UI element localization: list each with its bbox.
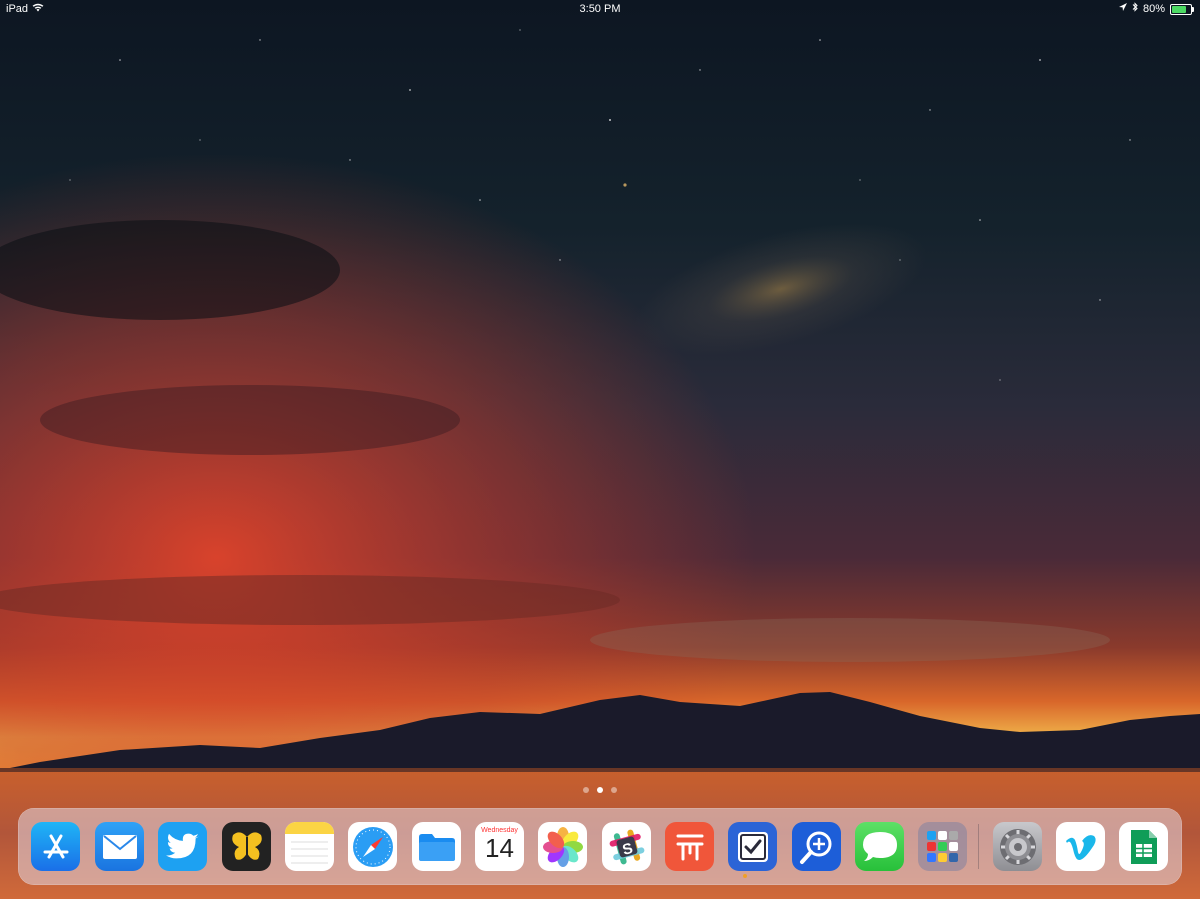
safari-icon[interactable]: [348, 822, 397, 871]
clock: 3:50 PM: [579, 3, 621, 15]
files-icon[interactable]: [412, 822, 461, 871]
page-dot-3[interactable]: [611, 787, 617, 793]
dock: Wednesday 14 S: [18, 808, 1182, 885]
calendar-icon[interactable]: Wednesday 14: [475, 822, 524, 871]
folder-icon[interactable]: [918, 822, 967, 871]
running-indicator: [743, 874, 747, 878]
page-dot-1[interactable]: [583, 787, 589, 793]
notes-icon[interactable]: [285, 822, 334, 871]
messages-icon[interactable]: [855, 822, 904, 871]
vimeo-icon[interactable]: [1056, 822, 1105, 871]
battery-percent: 80%: [1142, 3, 1165, 15]
wifi-icon: [32, 0, 44, 18]
bluetooth-icon: [1132, 0, 1138, 18]
photos-icon[interactable]: [538, 822, 587, 871]
settings-icon[interactable]: [993, 822, 1042, 871]
page-dot-2[interactable]: [597, 787, 603, 793]
dock-divider: [978, 824, 979, 869]
mail-icon[interactable]: [95, 822, 144, 871]
slack-icon[interactable]: S: [602, 822, 651, 871]
wallpaper: [0, 0, 1200, 899]
workflow-icon[interactable]: [665, 822, 714, 871]
butterfly-icon[interactable]: [222, 822, 271, 871]
location-icon: [1118, 0, 1127, 18]
battery-level: [1172, 6, 1187, 13]
calendar-day-number: 14: [485, 833, 514, 863]
status-bar: iPad 3:50 PM 80%: [0, 0, 1200, 20]
twitter-icon[interactable]: [158, 822, 207, 871]
app-store-icon[interactable]: [31, 822, 80, 871]
page-indicator[interactable]: [0, 787, 1200, 793]
battery-icon: [1170, 4, 1194, 15]
checkbox-icon[interactable]: [728, 822, 777, 871]
sheets-icon[interactable]: [1119, 822, 1168, 871]
magnifier-icon[interactable]: [792, 822, 841, 871]
device-label: iPad: [6, 3, 29, 15]
